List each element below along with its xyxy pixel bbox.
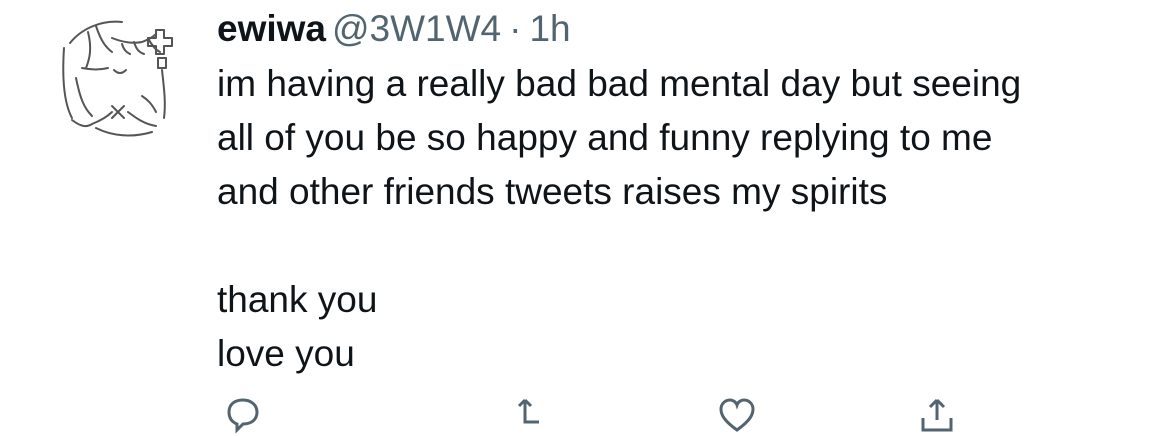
- tweet-line: thank you: [217, 279, 378, 320]
- tweet-line: im having a really bad bad mental day bu…: [217, 63, 1022, 104]
- reply-button[interactable]: [223, 396, 263, 436]
- tweet-line: all of you be so happy and funny replyin…: [217, 117, 993, 158]
- like-button[interactable]: [717, 396, 757, 436]
- display-name[interactable]: ewiwa: [217, 8, 326, 49]
- tweet-line: love you: [217, 333, 355, 374]
- share-icon: [921, 398, 953, 432]
- reply-icon: [227, 398, 259, 434]
- timestamp[interactable]: 1h: [529, 8, 570, 49]
- tweet-line-blank: [217, 219, 1147, 273]
- separator-dot: ·: [509, 8, 522, 49]
- tweet-line: and other friends tweets raises my spiri…: [217, 171, 888, 212]
- tweet-text: im having a really bad bad mental day bu…: [217, 57, 1147, 381]
- retweet-icon: [517, 398, 539, 424]
- like-icon: [719, 398, 755, 432]
- tweet[interactable]: ewiwa @3W1W4 · 1h im having a really bad ba…: [0, 0, 1170, 434]
- avatar[interactable]: [52, 8, 194, 150]
- retweet-button[interactable]: [517, 396, 557, 436]
- tweet-header: ewiwa @3W1W4 · 1h: [217, 6, 571, 52]
- share-button[interactable]: [917, 396, 957, 436]
- sketch-avatar-icon: [53, 9, 193, 149]
- tweet-actions: [217, 396, 1147, 436]
- user-handle[interactable]: @3W1W4: [332, 8, 501, 49]
